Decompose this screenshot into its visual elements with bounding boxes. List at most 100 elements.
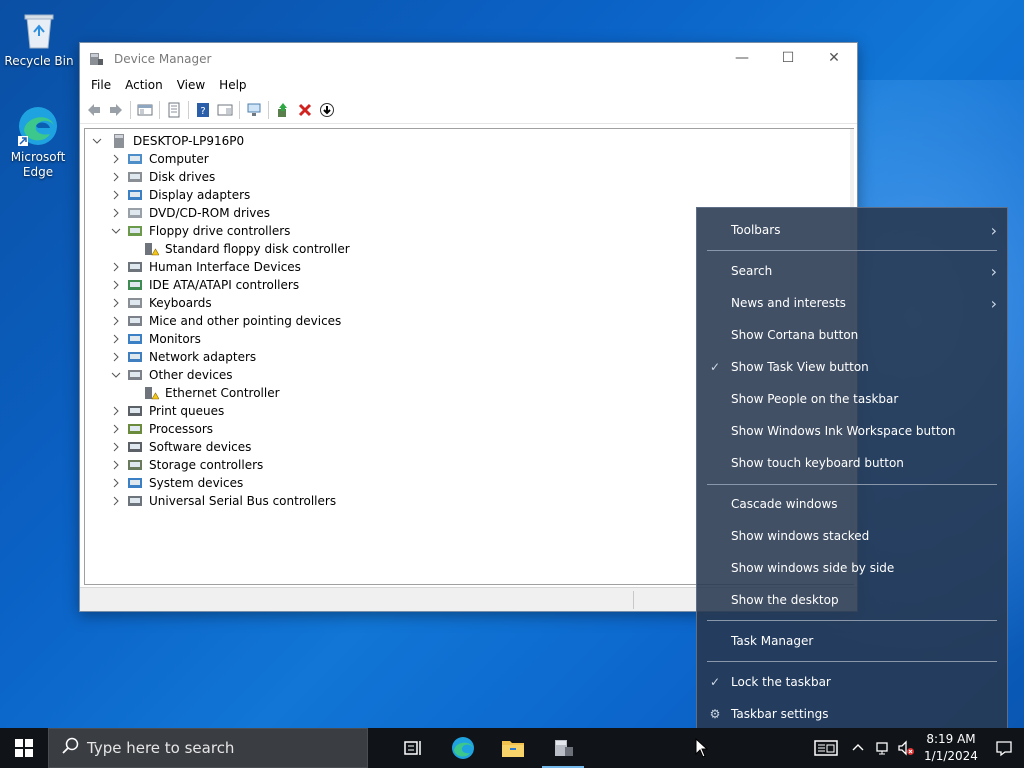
task-view-icon xyxy=(404,741,421,755)
properties-icon[interactable] xyxy=(163,99,185,121)
context-menu-item-label: Show windows side by side xyxy=(731,561,895,575)
chevron-right-icon[interactable] xyxy=(108,151,124,167)
context-menu-item[interactable]: Show Cortana button xyxy=(697,319,1007,351)
tree-item-label: Human Interface Devices xyxy=(149,260,301,274)
chevron-right-icon[interactable] xyxy=(108,295,124,311)
tree-category-item[interactable]: Network adapters xyxy=(108,348,256,366)
tree-category-item[interactable]: Keyboards xyxy=(108,294,212,312)
context-menu-item[interactable]: ✓ Lock the taskbar xyxy=(697,666,1007,698)
taskbar-search-box[interactable]: Type here to search xyxy=(48,728,368,768)
show-hide-console-tree-icon[interactable] xyxy=(134,99,156,121)
tree-item-label: Storage controllers xyxy=(149,458,264,472)
toolbar-divider xyxy=(268,100,269,119)
tree-category-item[interactable]: Computer xyxy=(108,150,209,168)
tree-category-item[interactable]: Display adapters xyxy=(108,186,250,204)
title-bar[interactable]: Device Manager — ☐ ✕ xyxy=(80,43,857,74)
start-button[interactable] xyxy=(0,728,48,768)
tree-category-item[interactable]: DVD/CD-ROM drives xyxy=(108,204,270,222)
chevron-right-icon[interactable] xyxy=(108,259,124,275)
system-tray: 8:19 AM 1/1/2024 xyxy=(806,728,1024,768)
taskbar-file-explorer-button[interactable] xyxy=(488,728,538,768)
desktop-icon-microsoft-edge[interactable]: Microsoft Edge xyxy=(0,104,76,180)
chevron-up-icon[interactable] xyxy=(846,728,870,768)
chevron-right-icon[interactable] xyxy=(108,169,124,185)
forward-arrow-icon[interactable] xyxy=(105,99,127,121)
tree-child-item[interactable]: Standard floppy disk controller xyxy=(143,240,350,258)
scan-hardware-icon[interactable] xyxy=(243,99,265,121)
volume-muted-icon[interactable] xyxy=(894,728,918,768)
close-button[interactable]: ✕ xyxy=(811,43,857,73)
device-category-icon xyxy=(127,187,143,203)
tree-category-item[interactable]: Floppy drive controllers xyxy=(108,222,290,240)
tree-category-item[interactable]: Processors xyxy=(108,420,213,438)
tree-category-item[interactable]: Storage controllers xyxy=(108,456,263,474)
tree-category-item[interactable]: Human Interface Devices xyxy=(108,258,301,276)
help-icon[interactable]: ? xyxy=(192,99,214,121)
update-driver-icon[interactable] xyxy=(272,99,294,121)
context-menu-item[interactable]: Toolbars › xyxy=(697,214,1007,246)
context-menu-item[interactable]: Search › xyxy=(697,255,1007,287)
chevron-right-icon[interactable] xyxy=(108,187,124,203)
context-menu-item[interactable]: Show touch keyboard button xyxy=(697,447,1007,479)
chevron-right-icon[interactable] xyxy=(108,457,124,473)
chevron-right-icon[interactable] xyxy=(108,421,124,437)
chevron-right-icon[interactable] xyxy=(108,349,124,365)
menu-view[interactable]: View xyxy=(170,76,212,94)
context-menu-item[interactable]: Task Manager xyxy=(697,625,1007,657)
taskbar-context-menu[interactable]: Toolbars › Search › News and interests › Show … xyxy=(696,207,1008,739)
tree-child-item[interactable]: Ethernet Controller xyxy=(143,384,280,402)
menu-action[interactable]: Action xyxy=(118,76,170,94)
device-category-icon xyxy=(127,493,143,509)
tree-category-item[interactable]: Universal Serial Bus controllers xyxy=(108,492,336,510)
tree-category-item[interactable]: System devices xyxy=(108,474,243,492)
context-menu-item[interactable]: ⚙ Taskbar settings xyxy=(697,698,1007,730)
chevron-right-icon[interactable] xyxy=(108,493,124,509)
menu-bar: File Action View Help xyxy=(80,74,857,96)
checkmark-icon: ✓ xyxy=(709,675,721,689)
uninstall-device-icon[interactable] xyxy=(294,99,316,121)
chevron-right-icon[interactable] xyxy=(108,403,124,419)
chevron-right-icon[interactable] xyxy=(108,313,124,329)
maximize-button[interactable]: ☐ xyxy=(765,43,811,73)
network-icon[interactable] xyxy=(870,728,894,768)
tree-category-item[interactable]: Monitors xyxy=(108,330,201,348)
chevron-down-icon[interactable] xyxy=(89,133,105,149)
context-menu-item[interactable]: Show Windows Ink Workspace button xyxy=(697,415,1007,447)
task-view-button[interactable] xyxy=(388,728,438,768)
taskbar-device-manager-button[interactable] xyxy=(538,728,588,768)
tree-root[interactable]: DESKTOP-LP916P0 xyxy=(89,132,244,150)
chevron-right-icon[interactable] xyxy=(108,205,124,221)
tree-category-item[interactable]: Mice and other pointing devices xyxy=(108,312,341,330)
chevron-right-icon[interactable] xyxy=(108,277,124,293)
tree-category-item[interactable]: Print queues xyxy=(108,402,224,420)
back-arrow-icon[interactable] xyxy=(83,99,105,121)
context-menu-item[interactable]: Show windows side by side xyxy=(697,552,1007,584)
tree-category-item[interactable]: Disk drives xyxy=(108,168,215,186)
tree-category-item[interactable]: Software devices xyxy=(108,438,251,456)
context-menu-item[interactable]: ✓ Show Task View button xyxy=(697,351,1007,383)
context-menu-item[interactable]: Cascade windows xyxy=(697,488,1007,520)
notification-center-icon[interactable] xyxy=(984,728,1024,768)
context-menu-item[interactable]: Show People on the taskbar xyxy=(697,383,1007,415)
chevron-down-icon[interactable] xyxy=(108,367,124,383)
chevron-right-icon[interactable] xyxy=(108,439,124,455)
menu-file[interactable]: File xyxy=(84,76,118,94)
tree-category-item[interactable]: Other devices xyxy=(108,366,233,384)
minimize-button[interactable]: — xyxy=(719,43,765,73)
news-and-interests-icon[interactable] xyxy=(806,728,846,768)
taskbar-edge-button[interactable] xyxy=(438,728,488,768)
chevron-right-icon[interactable] xyxy=(108,331,124,347)
desktop-icon-label: Microsoft Edge xyxy=(10,150,66,179)
context-menu-item[interactable]: Show windows stacked xyxy=(697,520,1007,552)
download-icon[interactable] xyxy=(316,99,338,121)
action-pane-icon[interactable] xyxy=(214,99,236,121)
chevron-down-icon[interactable] xyxy=(108,223,124,239)
context-menu-item[interactable]: Show the desktop xyxy=(697,584,1007,616)
chevron-right-icon[interactable] xyxy=(108,475,124,491)
context-menu-item[interactable]: News and interests › xyxy=(697,287,1007,319)
taskbar-clock[interactable]: 8:19 AM 1/1/2024 xyxy=(918,731,984,765)
tree-category-item[interactable]: IDE ATA/ATAPI controllers xyxy=(108,276,299,294)
desktop-icon-recycle-bin[interactable]: Recycle Bin xyxy=(1,8,77,69)
menu-help[interactable]: Help xyxy=(212,76,253,94)
device-category-icon xyxy=(127,295,143,311)
